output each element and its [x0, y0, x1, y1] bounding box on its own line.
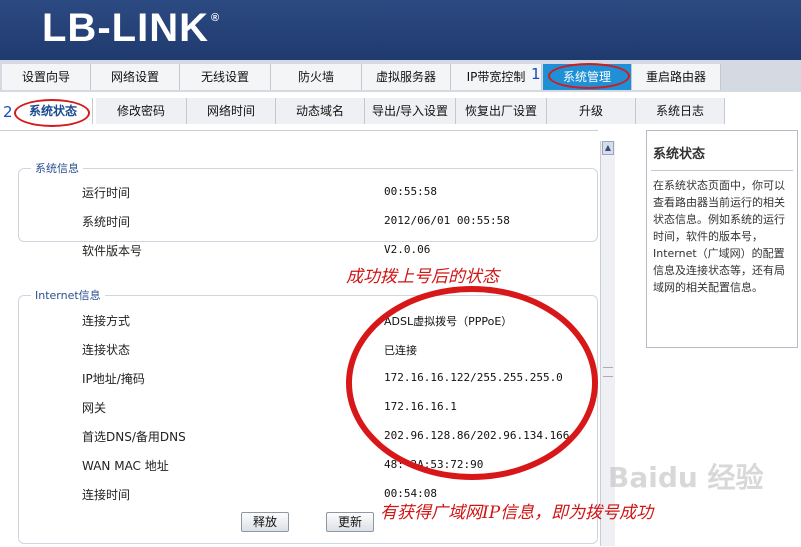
top-nav: 设置向导 网络设置 无线设置 防火墙 虚拟服务器 IP带宽控制 系统管理 重启路…: [0, 60, 801, 92]
sub-nav: 系统状态 修改密码 网络时间 动态域名 导出/导入设置 恢复出厂设置 升级 系统…: [0, 96, 801, 128]
tab-upgrade[interactable]: 升级: [547, 98, 636, 124]
uptime-value: 00:55:58: [384, 185, 437, 198]
wan-mac-label: WAN MAC 地址: [82, 459, 169, 473]
gateway-label: 网关: [82, 401, 107, 415]
firmware-version-value: V2.0.06: [384, 243, 431, 256]
tab-reboot-router[interactable]: 重启路由器: [632, 64, 721, 90]
tab-system-log[interactable]: 系统日志: [636, 98, 725, 124]
system-time-value: 2012/06/01 00:55:58: [384, 214, 510, 227]
help-divider: [651, 170, 793, 171]
lb-link-logo: LB-LINK ®: [42, 6, 221, 50]
ip-mask-label: IP地址/掩码: [82, 372, 145, 386]
connection-status-label: 连接状态: [82, 343, 131, 357]
help-title: 系统状态: [653, 147, 706, 162]
tab-network-settings[interactable]: 网络设置: [91, 64, 180, 90]
system-time-label: 系统时间: [82, 215, 131, 229]
help-panel: 系统状态 在系统状态页面中，你可以查看路由器当前运行的相关状态信息。例如系统的运…: [646, 130, 798, 348]
system-info-title: 系统信息: [35, 162, 79, 175]
scroll-up-arrow-icon[interactable]: ▲: [602, 141, 614, 155]
help-text: 在系统状态页面中，你可以查看路由器当前运行的相关状态信息。例如系统的运行时间，软…: [653, 179, 785, 294]
internet-info-title: Internet信息: [35, 289, 101, 302]
annotation-success-note: 有获得广域网IP信息，即为拨号成功: [380, 503, 654, 523]
tab-network-time[interactable]: 网络时间: [187, 98, 276, 124]
annotation-circle-system-management: [548, 63, 630, 89]
baidu-watermark: Baidu 经验: [608, 461, 764, 494]
annotation-circle-system-status: [14, 99, 90, 127]
tab-setup-wizard[interactable]: 设置向导: [2, 64, 91, 90]
tab-dynamic-dns[interactable]: 动态域名: [276, 98, 365, 124]
annotation-step-2: 2: [3, 103, 13, 121]
dns-label: 首选DNS/备用DNS: [82, 430, 186, 444]
header-banner: LB-LINK ®: [0, 0, 801, 60]
tab-wireless-settings[interactable]: 无线设置: [180, 64, 271, 90]
firmware-version-label: 软件版本号: [82, 244, 143, 258]
connection-type-label: 连接方式: [82, 314, 131, 328]
annotation-status-note: 成功拨上号后的状态: [346, 267, 499, 287]
annotation-step-1: 1: [531, 65, 541, 83]
connection-time-label: 连接时间: [82, 488, 131, 502]
tab-factory-reset[interactable]: 恢复出厂设置: [456, 98, 547, 124]
tab-change-password[interactable]: 修改密码: [96, 98, 187, 124]
tab-ip-bandwidth[interactable]: IP带宽控制: [451, 64, 542, 90]
uptime-label: 运行时间: [82, 186, 131, 200]
scrollbar-grip[interactable]: [603, 367, 613, 377]
tab-firewall[interactable]: 防火墙: [271, 64, 362, 90]
release-button[interactable]: 释放: [241, 512, 289, 532]
renew-button[interactable]: 更新: [326, 512, 374, 532]
tab-export-import[interactable]: 导出/导入设置: [365, 98, 456, 124]
tab-virtual-server[interactable]: 虚拟服务器: [362, 64, 451, 90]
annotation-circle-internet-info: [346, 286, 598, 480]
